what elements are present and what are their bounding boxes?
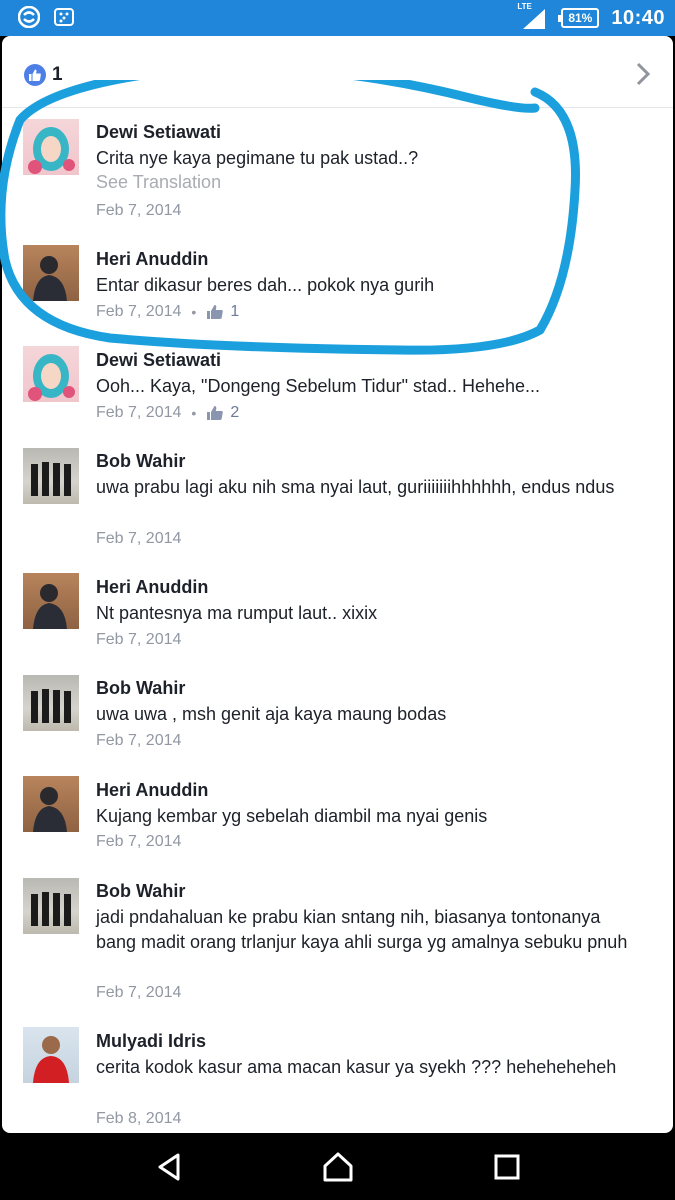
- comments-sheet: 1 Dewi Setiawati Crita nye kaya pegimane…: [2, 36, 673, 1133]
- signal-icon: LTE: [517, 2, 549, 30]
- back-icon[interactable]: [152, 1149, 188, 1185]
- avatar[interactable]: [23, 346, 79, 402]
- like-count-label: 2: [230, 404, 240, 421]
- comment-text: uwa uwa , msh genit aja kaya maung bodas: [96, 704, 447, 724]
- comment-author[interactable]: Heri Anuddin: [96, 249, 208, 270]
- network-label: LTE: [517, 2, 532, 11]
- avatar[interactable]: [23, 119, 79, 175]
- comment-item: Mulyadi Idris cerita kodok kasur ama mac…: [2, 1027, 673, 1133]
- comment-item: Heri Anuddin Entar dikasur beres dah... …: [2, 245, 673, 329]
- bbm-icon: [54, 8, 74, 26]
- home-icon[interactable]: [320, 1149, 356, 1185]
- comment-item: Heri Anuddin Nt pantesnya ma rumput laut…: [2, 573, 673, 657]
- avatar[interactable]: [23, 573, 79, 629]
- comment-likes[interactable]: 1: [206, 303, 239, 321]
- sync-icon: [18, 6, 40, 28]
- comment-text: Crita nye kaya pegimane tu pak ustad..?: [96, 148, 419, 168]
- comment-author[interactable]: Dewi Setiawati: [96, 350, 221, 371]
- thumbs-up-icon: [207, 406, 224, 420]
- avatar[interactable]: [23, 245, 79, 301]
- comment-item: Bob Wahir uwa uwa , msh genit aja kaya m…: [2, 675, 673, 758]
- comment-item: Dewi Setiawati Ooh... Kaya, "Dongeng Seb…: [2, 346, 673, 430]
- comment-item: Heri Anuddin Kujang kembar yg sebelah di…: [2, 776, 673, 860]
- comment-likes[interactable]: 2: [206, 404, 239, 422]
- comment-date: Feb 7, 2014: [96, 303, 182, 320]
- chevron-right-icon[interactable]: [631, 60, 655, 88]
- comment-text: uwa prabu lagi aku nih sma nyai laut, gu…: [96, 477, 615, 497]
- navigation-bar: [0, 1133, 675, 1200]
- comment-author[interactable]: Heri Anuddin: [96, 780, 208, 801]
- comment-date: Feb 7, 2014: [96, 833, 182, 850]
- comment-date: Feb 8, 2014: [96, 1110, 182, 1127]
- status-bar: LTE 81% 10:40: [0, 0, 675, 36]
- comment-date: Feb 7, 2014: [96, 984, 182, 1001]
- clock: 10:40: [611, 6, 665, 29]
- comment-text: jadi pndahaluan ke prabu kian sntang nih…: [96, 907, 628, 952]
- comment-author[interactable]: Heri Anuddin: [96, 577, 208, 598]
- like-icon: [24, 64, 46, 86]
- avatar[interactable]: [23, 1027, 79, 1083]
- comment-date: Feb 7, 2014: [96, 631, 182, 648]
- comment-date: Feb 7, 2014: [96, 732, 182, 749]
- battery-icon: 81%: [558, 8, 600, 28]
- comment-date: Feb 7, 2014: [96, 530, 182, 547]
- comment-text: Kujang kembar yg sebelah diambil ma nyai…: [96, 806, 488, 826]
- avatar[interactable]: [23, 675, 79, 731]
- comment-text: cerita kodok kasur ama macan kasur ya sy…: [96, 1057, 617, 1077]
- battery-level: 81%: [568, 11, 593, 25]
- comment-item: Bob Wahir jadi pndahaluan ke prabu kian …: [2, 878, 673, 1011]
- reactions-bar[interactable]: 1: [2, 36, 673, 108]
- separator-dot: •: [191, 405, 197, 421]
- recents-icon[interactable]: [489, 1149, 525, 1185]
- like-count: 1: [52, 64, 63, 85]
- avatar[interactable]: [23, 878, 79, 934]
- comment-date: Feb 7, 2014: [96, 202, 182, 219]
- avatar[interactable]: [23, 448, 79, 504]
- comment-text: Entar dikasur beres dah... pokok nya gur…: [96, 275, 435, 295]
- comment-date: Feb 7, 2014: [96, 404, 182, 421]
- avatar[interactable]: [23, 776, 79, 832]
- comment-author[interactable]: Bob Wahir: [96, 881, 185, 902]
- comment-author[interactable]: Bob Wahir: [96, 451, 185, 472]
- comment-text: Ooh... Kaya, "Dongeng Sebelum Tidur" sta…: [96, 376, 541, 396]
- comment-text: Nt pantesnya ma rumput laut.. xixix: [96, 603, 378, 623]
- comment-author[interactable]: Mulyadi Idris: [96, 1031, 206, 1052]
- separator-dot: •: [191, 304, 197, 320]
- see-translation-link[interactable]: See Translation: [96, 172, 221, 193]
- like-count-label: 1: [230, 303, 240, 320]
- comment-author[interactable]: Bob Wahir: [96, 678, 185, 699]
- thumbs-up-icon: [207, 305, 224, 319]
- comment-author[interactable]: Dewi Setiawati: [96, 122, 221, 143]
- comment-item: Bob Wahir uwa prabu lagi aku nih sma nya…: [2, 448, 673, 561]
- comment-item: Dewi Setiawati Crita nye kaya pegimane t…: [2, 119, 673, 222]
